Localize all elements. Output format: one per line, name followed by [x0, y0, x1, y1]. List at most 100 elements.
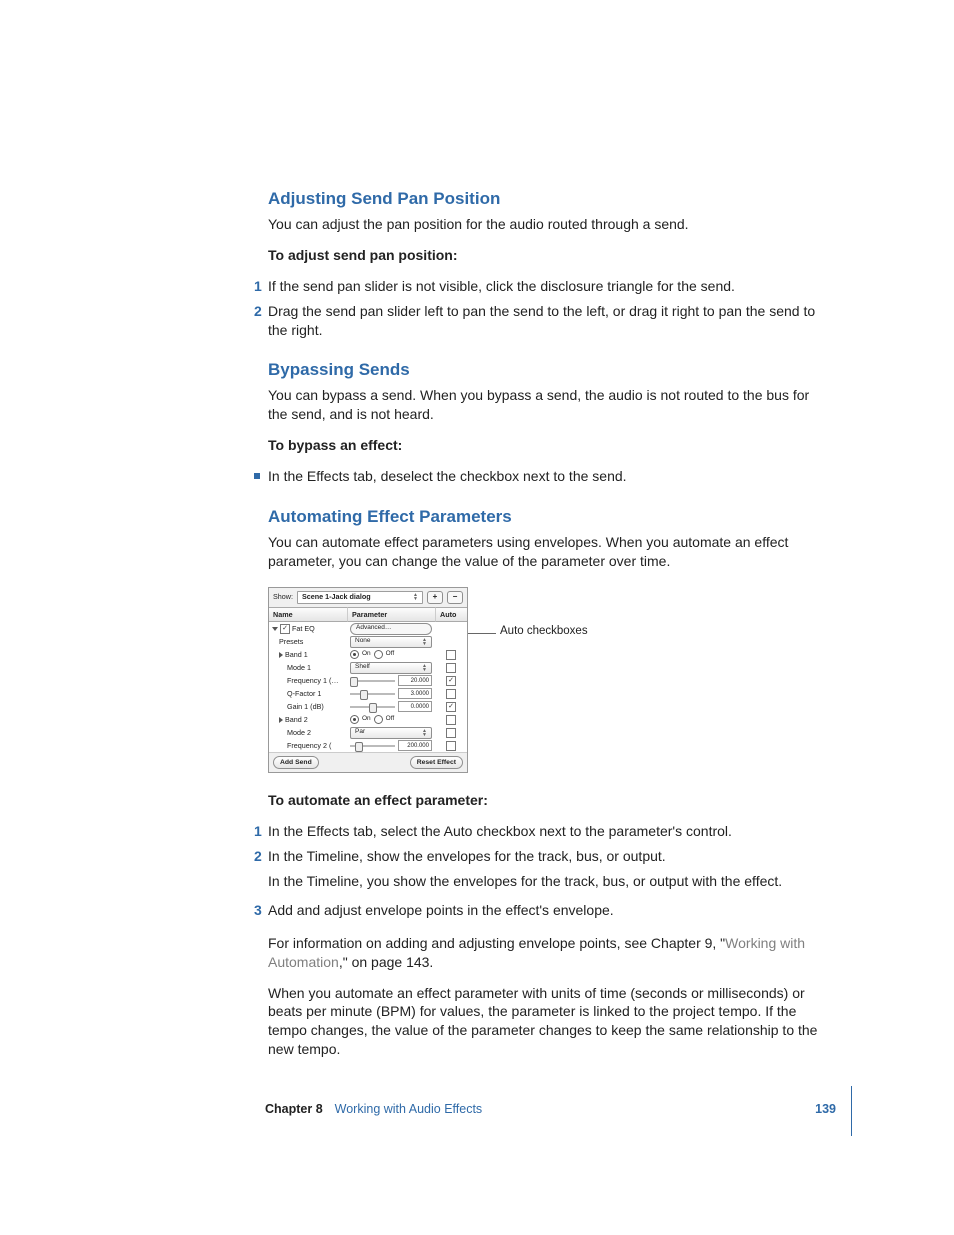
- enabled-checkbox[interactable]: [280, 624, 290, 634]
- figure-effects-panel: Show: Scene 1-Jack dialog ▲▼ + − Name Pa…: [268, 587, 829, 774]
- row-param-cell: On Off: [347, 650, 435, 659]
- mode-popup[interactable]: Shelf ▲▼: [350, 662, 432, 674]
- auto-checkbox[interactable]: [446, 676, 456, 686]
- radio-on[interactable]: [350, 650, 359, 659]
- gain-slider[interactable]: 0.0000: [350, 702, 432, 712]
- frequency-slider[interactable]: 20.000: [350, 676, 432, 686]
- radio-off[interactable]: [374, 650, 383, 659]
- auto-checkbox[interactable]: [446, 650, 456, 660]
- step-item: 1If the send pan slider is not visible, …: [268, 277, 829, 296]
- table-row: Mode 2 Par ▲▼: [269, 726, 467, 739]
- band-on-off-radio[interactable]: On Off: [350, 715, 432, 724]
- bullet-text: In the Effects tab, deselect the checkbo…: [268, 468, 627, 484]
- presets-popup[interactable]: None ▲▼: [350, 636, 432, 648]
- row-auto-cell: [435, 650, 467, 660]
- step-number: 1: [254, 277, 262, 296]
- step-text: In the Timeline, show the envelopes for …: [268, 848, 666, 864]
- frequency-slider[interactable]: 200.000: [350, 741, 432, 751]
- add-button[interactable]: +: [427, 591, 443, 604]
- row-name-cell: Band 2: [269, 715, 347, 725]
- row-param-cell: 20.000: [347, 676, 435, 686]
- bullet-item: In the Effects tab, deselect the checkbo…: [268, 467, 829, 486]
- row-name: Band 1: [285, 650, 308, 660]
- slider-value[interactable]: 0.0000: [398, 701, 432, 712]
- table-row: Q-Factor 1 3.0000: [269, 687, 467, 700]
- table-row: Frequency 1 (… 20.000: [269, 674, 467, 687]
- table-row: Frequency 2 ( 200.000: [269, 739, 467, 752]
- row-param-cell: 0.0000: [347, 702, 435, 712]
- step-number: 2: [254, 302, 262, 321]
- radio-on-label: On: [362, 650, 371, 659]
- paragraph: When you automate an effect parameter wi…: [268, 984, 829, 1060]
- step-text: Drag the send pan slider left to pan the…: [268, 303, 815, 338]
- radio-on-label: On: [362, 715, 371, 724]
- advanced-button[interactable]: Advanced…: [350, 623, 432, 635]
- row-name-cell: Band 1: [269, 650, 347, 660]
- auto-checkbox[interactable]: [446, 663, 456, 673]
- table-row: Band 1 On Off: [269, 648, 467, 661]
- xref-post: ," on page 143.: [339, 954, 434, 970]
- slider-value[interactable]: 20.000: [398, 675, 432, 686]
- row-auto-cell: [435, 715, 467, 725]
- col-auto: Auto: [435, 607, 467, 623]
- radio-off[interactable]: [374, 715, 383, 724]
- row-name: Q-Factor 1: [287, 689, 321, 699]
- step-text: Add and adjust envelope points in the ef…: [268, 902, 614, 918]
- row-param-cell: On Off: [347, 715, 435, 724]
- auto-checkbox[interactable]: [446, 702, 456, 712]
- col-name: Name: [269, 607, 347, 623]
- row-param-cell: 3.0000: [347, 689, 435, 699]
- mode-popup[interactable]: Par ▲▼: [350, 727, 432, 739]
- paragraph: You can bypass a send. When you bypass a…: [268, 386, 829, 424]
- radio-off-label: Off: [386, 650, 395, 659]
- row-name: Frequency 1 (…: [287, 676, 339, 686]
- row-auto-cell: [435, 728, 467, 738]
- popup-value: Shelf: [355, 663, 370, 672]
- effects-panel: Show: Scene 1-Jack dialog ▲▼ + − Name Pa…: [268, 587, 468, 774]
- footer: Chapter 8 Working with Audio Effects: [265, 1101, 482, 1118]
- auto-checkbox[interactable]: [446, 689, 456, 699]
- disclosure-triangle-icon[interactable]: [279, 652, 283, 658]
- row-name: Mode 1: [287, 663, 311, 673]
- table-row: Band 2 On Off: [269, 713, 467, 726]
- auto-checkbox[interactable]: [446, 715, 456, 725]
- step-item: 2Drag the send pan slider left to pan th…: [268, 302, 829, 340]
- slider-value[interactable]: 3.0000: [398, 688, 432, 699]
- add-send-button[interactable]: Add Send: [273, 756, 319, 769]
- panel-header-row: Name Parameter Auto: [269, 607, 467, 623]
- col-parameter: Parameter: [347, 607, 435, 623]
- paragraph: You can automate effect parameters using…: [268, 533, 829, 571]
- qfactor-slider[interactable]: 3.0000: [350, 689, 432, 699]
- disclosure-triangle-icon[interactable]: [279, 717, 283, 723]
- row-name: Fat EQ: [292, 624, 315, 634]
- step-item: 2In the Timeline, show the envelopes for…: [268, 847, 829, 891]
- show-label: Show:: [273, 592, 293, 602]
- reset-effect-button[interactable]: Reset Effect: [410, 756, 463, 769]
- row-param-cell: 200.000: [347, 741, 435, 751]
- row-name-cell: Mode 1: [269, 663, 347, 673]
- radio-on[interactable]: [350, 715, 359, 724]
- row-name-cell: Frequency 1 (…: [269, 676, 347, 686]
- popup-arrows-icon: ▲▼: [422, 729, 427, 737]
- show-popup[interactable]: Scene 1-Jack dialog ▲▼: [297, 591, 423, 604]
- callout-label: Auto checkboxes: [500, 624, 588, 640]
- step-text: If the send pan slider is not visible, c…: [268, 278, 735, 294]
- disclosure-triangle-icon[interactable]: [272, 627, 278, 631]
- task-title: To automate an effect parameter:: [268, 791, 829, 810]
- row-name-cell: Q-Factor 1: [269, 689, 347, 699]
- step-list: 1If the send pan slider is not visible, …: [268, 277, 829, 340]
- radio-off-label: Off: [386, 715, 395, 724]
- step-list: 1In the Effects tab, select the Auto che…: [268, 822, 829, 920]
- band-on-off-radio[interactable]: On Off: [350, 650, 432, 659]
- page-number: 139: [815, 1101, 836, 1118]
- row-auto-cell: [435, 689, 467, 699]
- remove-button[interactable]: −: [447, 591, 463, 604]
- row-param-cell: Shelf ▲▼: [347, 662, 435, 674]
- auto-checkbox[interactable]: [446, 741, 456, 751]
- row-name-cell: Frequency 2 (: [269, 741, 347, 751]
- auto-checkbox[interactable]: [446, 728, 456, 738]
- heading-bypassing-sends: Bypassing Sends: [268, 359, 829, 382]
- heading-adjusting-send-pan: Adjusting Send Pan Position: [268, 188, 829, 211]
- step-number: 2: [254, 847, 262, 866]
- slider-value[interactable]: 200.000: [398, 740, 432, 751]
